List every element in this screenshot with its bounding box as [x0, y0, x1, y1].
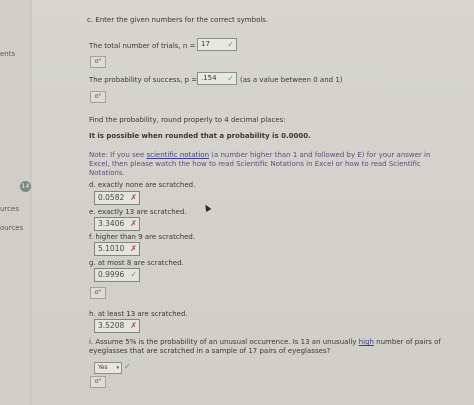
note-text: (a number higher than 1 and followed by …: [209, 151, 431, 159]
incorrect-icon: ✗: [130, 219, 137, 228]
sigma-icon[interactable]: σ°: [90, 287, 106, 299]
sigma-icon[interactable]: σ°: [90, 56, 106, 68]
question-f-label: f. higher than 9 are scratched.: [89, 233, 196, 241]
trials-value: 17: [201, 40, 210, 48]
answer-g-input[interactable]: 0.9996 ✓: [94, 268, 140, 282]
sigma-icon[interactable]: σ°: [90, 91, 106, 103]
scientific-notation-note-line-2: Excel, then please watch the how to read…: [89, 160, 421, 168]
chevron-down-icon: ▾: [116, 365, 119, 371]
sidebar-label-resources[interactable]: urces: [0, 205, 19, 213]
question-d-label: d. exactly none are scratched.: [89, 181, 196, 189]
probability-value: .154: [201, 74, 217, 82]
answer-e-input[interactable]: 3.3406 ✗: [94, 217, 140, 231]
answer-g-value: 0.9996: [98, 270, 125, 279]
possible-zero-note: It is possible when rounded that a proba…: [89, 132, 311, 140]
question-number-badge: 14: [20, 181, 31, 192]
question-i-line-2: eyeglasses that are scratched in a sampl…: [89, 347, 331, 355]
trials-input[interactable]: 17 ✓: [197, 38, 237, 51]
note-text: Note: If you see: [89, 151, 147, 159]
answer-d-input[interactable]: 0.0582 ✗: [94, 191, 140, 205]
incorrect-icon: ✗: [130, 193, 137, 202]
probability-input[interactable]: .154 ✓: [197, 72, 237, 85]
question-g-label: g. at most 8 are scratched.: [89, 259, 184, 267]
answer-d-value: 0.0582: [98, 193, 125, 202]
question-e-label: e. exactly 13 are scratched.: [89, 208, 187, 216]
scientific-notation-note-line-3: Notations.: [89, 169, 125, 177]
find-probability-instruction: Find the probability, round properly to …: [89, 116, 286, 124]
high-link[interactable]: high: [359, 338, 374, 346]
unusual-answer-select[interactable]: Yes ▾: [94, 362, 122, 374]
part-c-heading: c. Enter the given numbers for the corre…: [87, 16, 269, 24]
check-icon: ✓: [227, 74, 234, 83]
answer-e-value: 3.3406: [98, 219, 125, 228]
probability-hint: (as a value between 0 and 1): [240, 76, 343, 84]
mouse-cursor-icon: [202, 202, 212, 213]
incorrect-icon: ✗: [130, 321, 137, 330]
scientific-notation-link[interactable]: scientific notation: [146, 151, 209, 159]
incorrect-icon: ✗: [130, 244, 137, 253]
question-i-text: i. Assume 5% is the probability of an un…: [89, 338, 359, 346]
question-content: c. Enter the given numbers for the corre…: [32, 0, 474, 405]
scientific-notation-note-line-1: Note: If you see scientific notation (a …: [89, 151, 430, 159]
answer-h-value: 3.5208: [98, 321, 125, 330]
question-i-text: number of pairs of: [373, 338, 441, 346]
answer-h-input[interactable]: 3.5208 ✗: [94, 319, 140, 333]
sidebar-label-contents[interactable]: ents: [0, 50, 15, 58]
sigma-icon[interactable]: σ°: [90, 376, 106, 388]
probability-label: The probability of success, p =: [89, 76, 198, 84]
left-sidebar: ents 14 urces ources: [0, 0, 31, 405]
check-icon: ✓: [227, 40, 234, 49]
select-value: Yes: [98, 364, 108, 371]
answer-f-input[interactable]: 5.1010 ✗: [94, 242, 140, 256]
question-i-line-1: i. Assume 5% is the probability of an un…: [89, 338, 441, 346]
question-h-label: h. at least 13 are scratched.: [89, 310, 188, 318]
check-icon: ✓: [124, 362, 131, 371]
sidebar-label-sources[interactable]: ources: [0, 224, 23, 232]
check-icon: ✓: [130, 270, 137, 279]
trials-label: The total number of trials, n =: [89, 42, 196, 50]
answer-f-value: 5.1010: [98, 244, 125, 253]
